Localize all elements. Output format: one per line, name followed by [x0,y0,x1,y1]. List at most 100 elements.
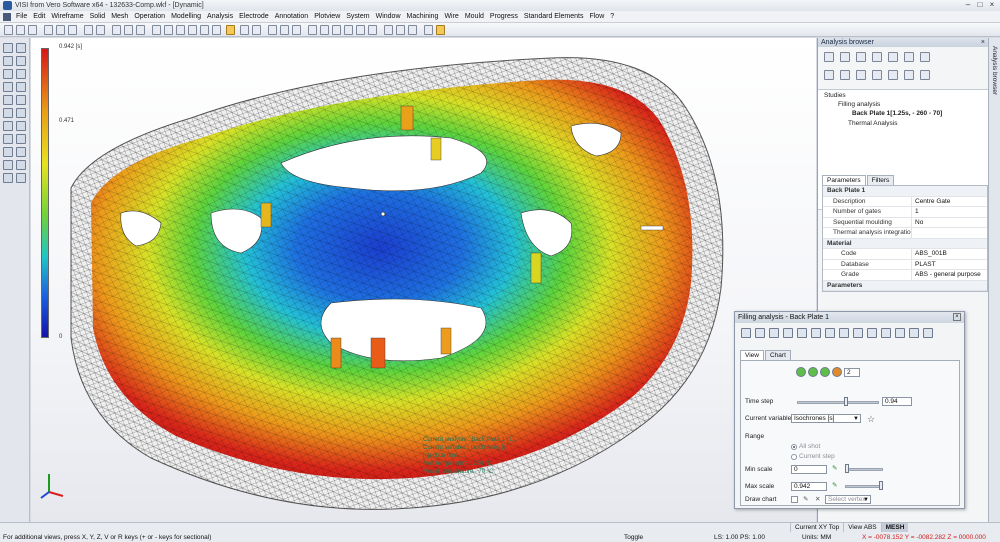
mirror-icon[interactable] [16,121,26,131]
close-button[interactable]: × [986,0,998,10]
param-value[interactable]: ABS - general purpose [911,270,987,280]
panel-close-button[interactable]: × [981,38,985,47]
save-icon[interactable] [28,25,37,35]
polygon-icon[interactable] [3,82,13,92]
mesh-mode-button[interactable]: MESH [880,523,909,532]
copy-entity-icon[interactable] [16,134,26,144]
circle-icon[interactable] [16,56,26,66]
cut-icon[interactable] [44,25,53,35]
ungroup-icon[interactable] [16,160,26,170]
menu-file[interactable]: File [16,13,27,20]
section-parameters[interactable]: Parameters [823,280,987,290]
play-forward-icon[interactable] [820,367,830,377]
report-export-icon[interactable] [923,328,933,338]
tree-node-back-plate[interactable]: Back Plate 1[1.25s, - 260 - 70] [852,110,942,117]
minimize-button[interactable]: – [962,0,974,10]
menu-standard-elements[interactable]: Standard Elements [524,13,584,20]
max-scale-input[interactable]: 0.942 [791,482,827,491]
ellipse-icon[interactable] [16,82,26,92]
param-value[interactable]: 1 [911,207,987,217]
zoom-icon[interactable] [112,25,121,35]
max-scale-slider[interactable] [845,485,883,488]
tree-node-filling-analysis[interactable]: Filling analysis [838,101,880,108]
menu-mould[interactable]: Mould [465,13,484,20]
menu-solid[interactable]: Solid [90,13,106,20]
pan-icon[interactable] [124,25,133,35]
filter-icon[interactable] [332,25,341,35]
new-file-icon[interactable] [4,25,13,35]
density-icon[interactable] [881,328,891,338]
menu-edit[interactable]: Edit [33,13,45,20]
db-icon[interactable] [424,25,433,35]
menu-operation[interactable]: Operation [134,13,165,20]
tab-parameters[interactable]: Parameters [822,175,866,185]
analysis-browser-side-tab[interactable]: Analysis browser [988,38,1000,522]
view-abs-button[interactable]: View ABS [843,523,880,532]
import-icon[interactable] [824,70,834,80]
menu-help[interactable]: ? [610,13,614,20]
line-icon[interactable] [16,43,26,53]
menu-plotview[interactable]: Plotview [314,13,340,20]
range-all-shot-radio[interactable] [791,444,797,450]
menu-modelling[interactable]: Modelling [171,13,201,20]
export-icon[interactable] [840,70,850,80]
offset-icon[interactable] [3,121,13,131]
time-step-input[interactable]: 0.94 [882,397,912,406]
menu-analysis[interactable]: Analysis [207,13,233,20]
param-value[interactable]: ABS_001B [911,249,987,259]
menu-annotation[interactable]: Annotation [275,13,308,20]
cooling-icon[interactable] [888,52,898,62]
menu-progress[interactable]: Progress [490,13,518,20]
eyedropper-icon[interactable]: ✎ [832,464,837,472]
results-icon[interactable] [920,52,930,62]
attribute-icon[interactable] [280,25,289,35]
delete-icon[interactable] [16,147,26,157]
gate-icon[interactable] [872,52,882,62]
menu-electrode[interactable]: Electrode [239,13,269,20]
maximize-button[interactable]: □ [974,0,986,10]
view-top-icon[interactable] [152,25,161,35]
forward-arrow-icon[interactable] [16,173,26,183]
view-front-icon[interactable] [164,25,173,35]
menu-mesh[interactable]: Mesh [111,13,128,20]
draw-chart-checkbox[interactable] [791,496,798,503]
air-trap-icon[interactable] [839,328,849,338]
tab-view[interactable]: View [740,350,764,360]
move-icon[interactable] [3,134,13,144]
temperature-icon[interactable] [783,328,793,338]
param-value[interactable]: PLAST [911,259,987,269]
section-material[interactable]: Material [823,238,987,248]
velocity-icon[interactable] [867,328,877,338]
menu-flow[interactable]: Flow [589,13,604,20]
rotate-icon[interactable] [136,25,145,35]
unblank-icon[interactable] [396,25,405,35]
workplane-icon[interactable] [344,25,353,35]
view-iso-icon[interactable] [188,25,197,35]
min-scale-slider-thumb[interactable] [845,464,849,473]
colour-icon[interactable] [292,25,301,35]
measure-icon[interactable] [308,25,317,35]
chamfer-icon[interactable] [16,95,26,105]
star-icon[interactable] [741,328,751,338]
view-current-button[interactable]: Current XY Top [790,523,843,532]
min-scale-slider[interactable] [845,468,883,471]
settings-icon[interactable] [856,70,866,80]
menu-machining[interactable]: Machining [407,13,439,20]
grid-icon[interactable] [356,25,365,35]
arc-icon[interactable] [3,56,13,66]
spline-icon[interactable] [3,69,13,79]
tab-filters[interactable]: Filters [866,175,895,185]
snap-icon[interactable] [368,25,377,35]
shaded-view-icon[interactable] [226,25,235,35]
fill-icon[interactable] [755,328,765,338]
delete-study-icon[interactable] [872,70,882,80]
layer-icon[interactable] [268,25,277,35]
view-back-icon[interactable] [212,25,221,35]
point-icon[interactable] [3,43,13,53]
rectangle-icon[interactable] [16,69,26,79]
trim-icon[interactable] [3,108,13,118]
document-icon[interactable] [3,12,11,21]
undo-icon[interactable] [84,25,93,35]
clear-icon[interactable]: ✕ [815,495,820,503]
hidden-line-icon[interactable] [252,25,261,35]
